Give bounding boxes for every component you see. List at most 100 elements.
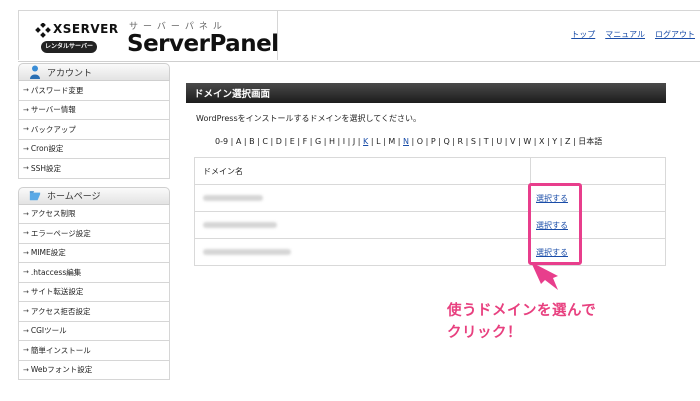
sidebar-item-label: アクセス拒否設定 <box>30 306 91 316</box>
index-separator: | <box>475 137 484 146</box>
sidebar-item-cgi[interactable]: → CGIツール <box>19 321 169 341</box>
header-divider <box>18 61 700 62</box>
table-row: 選択する <box>194 184 666 212</box>
domain-name-cell <box>194 238 531 266</box>
arrow-icon: → <box>23 248 29 257</box>
app-title: ServerPanel <box>127 31 279 57</box>
page-description: WordPressをインストールするドメインを選択してください。 <box>196 114 421 123</box>
highlight-box <box>528 183 582 265</box>
arrow-icon: → <box>23 268 29 277</box>
sidebar-item-label: バックアップ <box>30 124 76 134</box>
index-separator: | <box>281 137 290 146</box>
index-separator: | <box>368 137 377 146</box>
alphabet-index: 0-9 | A | B | C | D | E | F | G | H | I … <box>215 136 666 147</box>
sidebar-item-label: サイト転送設定 <box>30 287 84 297</box>
redacted-domain <box>203 221 277 228</box>
page-title: ドメイン選択画面 <box>186 83 666 103</box>
sidebar-item-label: Cron設定 <box>30 144 64 154</box>
header: XSERVER レンタルサーバー サーバーパネル ServerPanel トップ… <box>0 0 700 62</box>
arrow-icon: → <box>23 307 29 316</box>
index-separator: | <box>321 137 329 146</box>
sidebar-item-password[interactable]: → パスワード変更 <box>19 81 169 101</box>
index-separator: | <box>334 137 343 146</box>
index-separator: | <box>557 137 565 146</box>
sidebar-item-cron[interactable]: → Cron設定 <box>19 139 169 159</box>
arrow-icon: → <box>23 164 29 173</box>
annotation-text: 使うドメインを選んで クリック！ <box>447 300 596 344</box>
arrow-icon: → <box>23 229 29 238</box>
brand-name: XSERVER <box>53 22 119 36</box>
person-icon <box>30 65 40 79</box>
arrow-icon: → <box>23 326 29 335</box>
sidebar-item-label: SSH設定 <box>30 163 62 173</box>
annotation-line-1: 使うドメインを選んで <box>447 303 597 319</box>
sidebar-item-label: MIME設定 <box>30 248 66 258</box>
sidebar-item-server-info[interactable]: → サーバー情報 <box>19 100 169 120</box>
index-separator: | <box>294 137 303 146</box>
header-strip: トップ マニュアル ログアウト <box>278 10 700 61</box>
main-panel: ドメイン選択画面 WordPressをインストールするドメインを選択してください… <box>186 83 666 266</box>
domain-name-cell <box>194 184 531 212</box>
domain-table: ドメイン名 選択する 選択する 選択する <box>194 157 666 266</box>
index-separator: | <box>241 137 250 146</box>
sidebar-item-label: CGIツール <box>30 326 67 336</box>
sidebar-item-label: エラーページ設定 <box>30 228 91 238</box>
manual-link[interactable]: マニュアル <box>605 29 645 40</box>
sidebar-section-account[interactable]: アカウント <box>18 63 170 81</box>
arrow-icon: → <box>23 105 29 114</box>
sidebar-item-backup[interactable]: → バックアップ <box>19 120 169 140</box>
xserver-logo-icon <box>35 23 51 38</box>
sidebar-item-htaccess[interactable]: → .htaccess編集 <box>19 263 169 283</box>
table-header-row: ドメイン名 <box>194 157 666 185</box>
sidebar-item-mime[interactable]: → MIME設定 <box>19 243 169 263</box>
index-separator: | <box>449 137 458 146</box>
index-separator: | <box>268 137 276 146</box>
index-separator: | <box>408 137 417 146</box>
index-separator: | <box>307 137 315 146</box>
logo-panel: XSERVER レンタルサーバー サーバーパネル ServerPanel <box>18 10 279 60</box>
index-separator: | <box>395 137 403 146</box>
sidebar-item-label: サーバー情報 <box>30 105 76 115</box>
index-separator: | <box>502 137 511 146</box>
index-separator: | <box>463 137 471 146</box>
index-letter-0-9: 0-9 <box>215 137 229 146</box>
brand-badge: レンタルサーバー <box>41 41 97 53</box>
sidebar-item-label: Webフォント設定 <box>30 365 93 375</box>
folder-icon <box>29 190 41 200</box>
sidebar-item-ssh[interactable]: → SSH設定 <box>19 159 169 179</box>
index-letter-日本語: 日本語 <box>578 137 603 146</box>
arrow-icon: → <box>23 287 29 296</box>
sidebar-item-easy-install[interactable]: → 簡単インストール <box>19 341 169 361</box>
top-link[interactable]: トップ <box>571 29 595 40</box>
top-links: トップ マニュアル ログアウト <box>571 29 695 40</box>
redacted-domain <box>203 194 263 201</box>
redacted-domain <box>203 248 291 255</box>
sidebar-item-site-transfer[interactable]: → サイト転送設定 <box>19 282 169 302</box>
section-title: アカウント <box>47 68 93 79</box>
sidebar-section-homepage[interactable]: ホームページ <box>18 186 170 205</box>
sidebar-item-error-page[interactable]: → エラーページ設定 <box>19 224 169 244</box>
column-header-domain: ドメイン名 <box>194 157 531 185</box>
annotation-line-2: クリック！ <box>447 325 522 341</box>
sidebar-item-label: パスワード変更 <box>30 85 84 95</box>
sidebar-item-access-limit[interactable]: → アクセス制限 <box>19 204 169 224</box>
logout-link[interactable]: ログアウト <box>655 29 695 40</box>
index-separator: | <box>423 137 431 146</box>
arrow-icon: → <box>23 209 29 218</box>
sidebar-item-web-font[interactable]: → Webフォント設定 <box>19 360 169 380</box>
section-title: ホームページ <box>47 192 101 202</box>
table-row: 選択する <box>194 238 666 266</box>
arrow-icon: → <box>23 346 29 355</box>
account-menu: → パスワード変更 → サーバー情報 → バックアップ → Cron設定 → SSH設定 <box>18 81 170 179</box>
arrow-icon: → <box>23 86 29 95</box>
arrow-icon: → <box>23 144 29 153</box>
sidebar: アカウント → パスワード変更 → サーバー情報 → バックアップ → Cron設定 →… <box>18 63 170 380</box>
column-header-action <box>530 157 666 185</box>
index-separator: | <box>531 137 540 146</box>
index-separator: | <box>345 137 353 146</box>
sidebar-item-label: アクセス制限 <box>30 209 76 219</box>
arrow-icon: → <box>23 125 29 134</box>
index-separator: | <box>228 137 236 146</box>
sidebar-item-access-deny[interactable]: → アクセス拒否設定 <box>19 302 169 322</box>
arrow-icon: → <box>23 365 29 374</box>
